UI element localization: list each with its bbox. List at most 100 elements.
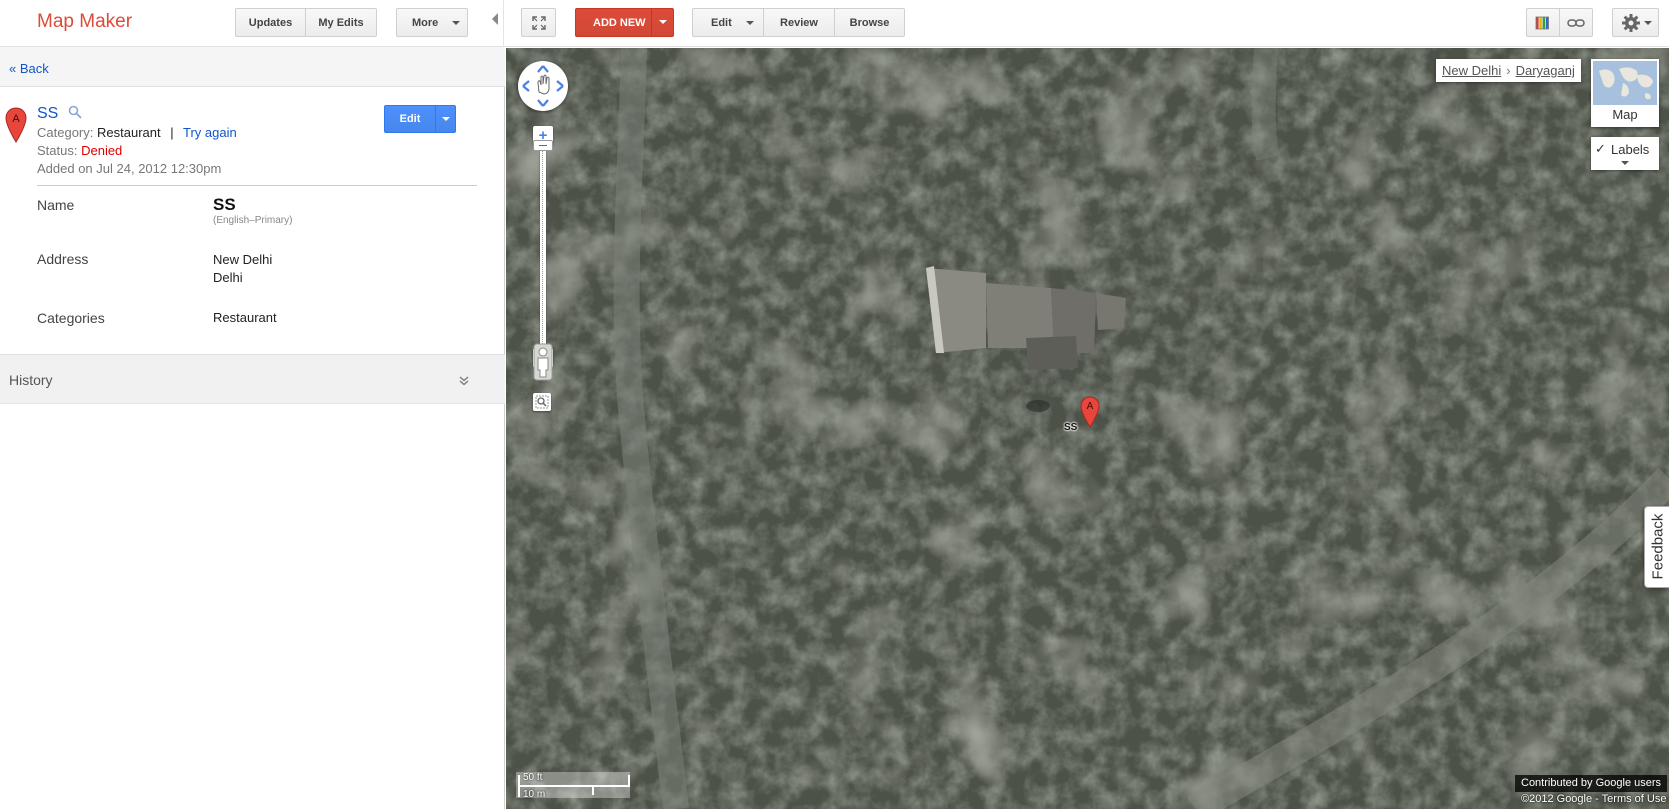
browse-button[interactable]: Browse <box>834 8 905 37</box>
breadcrumb-city[interactable]: New Delhi <box>1442 63 1501 78</box>
zoom-box-button[interactable] <box>533 393 551 411</box>
edit-place-button[interactable]: Edit <box>384 105 456 133</box>
add-new-button[interactable]: ADD NEW <box>575 8 674 37</box>
svg-text:A: A <box>1087 401 1094 412</box>
gear-icon <box>1622 13 1640 32</box>
breadcrumb-area[interactable]: Daryaganj <box>1516 63 1575 78</box>
map-type-label: Map <box>1612 107 1638 122</box>
satellite-imagery <box>506 48 1669 809</box>
scale-label-ft: 50 ft <box>523 772 543 783</box>
zoom-thumb-grip <box>539 145 547 146</box>
name-language: (English–Primary) <box>213 215 293 226</box>
fullscreen-button[interactable] <box>521 8 556 37</box>
back-link[interactable]: « Back <box>9 61 49 76</box>
scale-tick-ft <box>628 775 630 785</box>
scale-line <box>518 785 630 787</box>
edit-menu-label: Edit <box>711 16 732 29</box>
try-again-link[interactable]: Try again <box>183 125 237 140</box>
toolbar-divider <box>503 0 504 47</box>
my-edits-button[interactable]: My Edits <box>305 8 377 37</box>
status-badge: Denied <box>81 143 123 158</box>
scale-bar: 50 ft 10 m <box>516 772 634 802</box>
copyright-terms[interactable]: ©2012 Google - Terms of Use <box>1521 793 1666 805</box>
map-type-button[interactable]: Map <box>1591 59 1659 127</box>
fullscreen-icon <box>531 15 546 30</box>
scale-tick-left <box>518 775 520 797</box>
address-value-block: New Delhi Delhi <box>213 252 272 285</box>
name-value: SS <box>213 195 236 214</box>
edit-menu-button[interactable]: Edit <box>692 8 764 37</box>
history-label: History <box>9 372 53 388</box>
labels-toggle[interactable]: ✓ Labels <box>1591 137 1659 170</box>
settings-button[interactable] <box>1612 8 1659 37</box>
feedback-label: Feedback <box>1649 513 1667 580</box>
chevron-down-icon <box>746 21 754 25</box>
chevron-down-icon <box>1644 21 1652 25</box>
added-on-text: Added on Jul 24, 2012 12:30pm <box>37 161 222 176</box>
more-button[interactable]: More <box>396 8 468 37</box>
pan-control[interactable] <box>518 61 568 111</box>
back-bar: « Back <box>0 47 505 87</box>
status-line: Status: Denied <box>37 143 122 158</box>
chevron-down-icon <box>452 21 460 25</box>
name-label: Name <box>37 197 75 213</box>
divider <box>37 185 477 186</box>
pan-arrows-icon <box>522 65 564 107</box>
location-breadcrumb: New Delhi › Daryaganj <box>1436 59 1581 82</box>
more-button-label: More <box>412 16 439 29</box>
add-new-dropdown[interactable] <box>651 9 673 36</box>
history-section[interactable]: History <box>0 354 505 404</box>
magnifier-box-icon <box>535 395 549 409</box>
categories-label: Categories <box>37 310 105 326</box>
collapse-panel-icon[interactable] <box>492 13 498 25</box>
edit-review-browse-group: Edit Review Browse <box>692 8 905 37</box>
zoom-track-ticks <box>542 150 544 346</box>
category-separator: | <box>170 125 174 140</box>
app-logo[interactable]: Map Maker <box>37 11 132 33</box>
chevron-down-icon[interactable] <box>1621 161 1629 165</box>
zoom-slider-thumb[interactable] <box>533 140 553 151</box>
edit-place-label: Edit <box>399 113 421 125</box>
link-icon <box>1567 18 1585 27</box>
category-value: Restaurant <box>97 125 161 140</box>
edit-place-dropdown[interactable] <box>435 106 455 132</box>
world-map-thumbnail <box>1593 61 1657 105</box>
place-marker-icon: A <box>5 107 27 143</box>
scale-tick-m <box>592 785 594 795</box>
labels-toggle-label: Labels <box>1611 142 1650 157</box>
name-value-block: SS (English–Primary) <box>213 195 292 226</box>
layers-button[interactable] <box>1526 8 1560 37</box>
breadcrumb-separator: › <box>1506 63 1511 78</box>
pegman-icon[interactable] <box>533 343 553 381</box>
color-legend-icon <box>1535 16 1549 29</box>
categories-value: Restaurant <box>213 310 277 325</box>
top-toolbar: Map Maker Updates My Edits More ADD NEW … <box>0 0 1669 47</box>
map-marker-label: SS <box>1064 422 1078 433</box>
add-new-label: ADD NEW <box>593 16 646 29</box>
address-line-1: New Delhi <box>213 252 273 267</box>
contributed-by-label: Contributed by Google users <box>1515 775 1668 792</box>
review-button[interactable]: Review <box>763 8 835 37</box>
updates-myedits-group: Updates My Edits <box>235 8 377 37</box>
updates-button[interactable]: Updates <box>235 8 306 37</box>
status-label: Status: <box>37 143 78 158</box>
search-icon[interactable] <box>68 105 82 119</box>
link-button[interactable] <box>1559 8 1593 37</box>
category-label: Category: <box>37 125 94 140</box>
double-chevron-down-icon[interactable] <box>459 376 469 386</box>
svg-text:A: A <box>12 113 20 125</box>
feedback-tab[interactable]: Feedback <box>1644 506 1669 588</box>
satellite-map[interactable]: + − New Delhi › Daryaganj <box>506 48 1669 809</box>
chevron-down-icon <box>659 20 667 24</box>
details-panel: « Back A SS Category: Restaurant | Try a… <box>0 47 505 809</box>
place-title[interactable]: SS <box>37 105 58 122</box>
checkmark-icon: ✓ <box>1595 141 1606 156</box>
category-line: Category: Restaurant | Try again <box>37 125 237 140</box>
map-marker-icon[interactable]: A <box>1080 396 1100 428</box>
scale-label-m: 10 m <box>523 789 546 800</box>
chevron-down-icon <box>442 117 450 121</box>
layer-link-group <box>1526 8 1593 37</box>
zoom-track[interactable] <box>540 146 546 354</box>
place-title-row: SS <box>37 105 82 123</box>
address-label: Address <box>37 251 89 267</box>
